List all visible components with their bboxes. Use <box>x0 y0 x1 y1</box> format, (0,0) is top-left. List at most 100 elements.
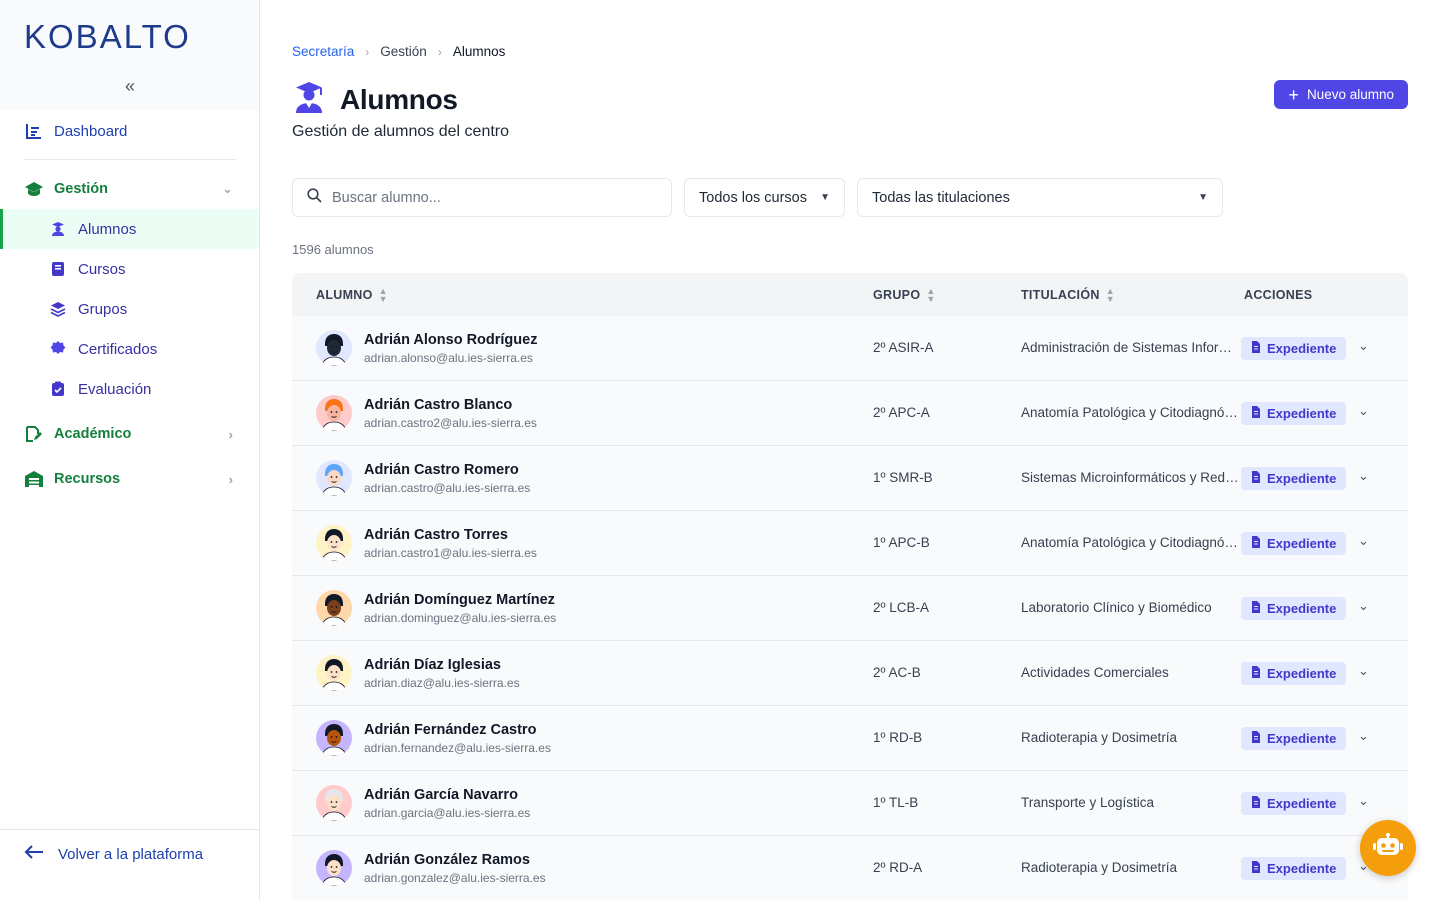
document-icon <box>1251 536 1261 551</box>
kobalto-logo[interactable]: KOBALTO <box>24 18 191 56</box>
courses-select[interactable]: Todos los cursos ▼ <box>684 178 845 217</box>
expand-row-chevron-down-icon[interactable]: ⌄ <box>1358 338 1369 354</box>
sidebar-item-certificados[interactable]: Certificados <box>0 329 259 369</box>
student-name[interactable]: Adrián García Navarro <box>364 787 518 803</box>
student-group: 1º APC-B <box>873 535 930 550</box>
avatar <box>316 850 352 886</box>
search-input[interactable] <box>332 189 652 206</box>
table-row[interactable]: Adrián García Navarro adrian.garcia@alu.… <box>292 771 1408 836</box>
sidebar-item-label: Académico <box>54 426 132 442</box>
sidebar-item-label: Recursos <box>54 471 121 487</box>
expand-row-chevron-down-icon[interactable]: ⌄ <box>1358 598 1369 614</box>
student-name[interactable]: Adrián Castro Torres <box>364 527 508 543</box>
sidebar-section-recursos[interactable]: Recursos › <box>0 464 259 494</box>
expediente-button[interactable]: Expediente <box>1241 597 1347 620</box>
table-row[interactable]: Adrián Domínguez Martínez adrian.domingu… <box>292 576 1408 641</box>
student-titulacion: Administración de Sistemas Informáticos … <box>1021 340 1239 355</box>
table-row[interactable]: Adrián Castro Romero adrian.castro@alu.i… <box>292 446 1408 511</box>
student-name[interactable]: Adrián Castro Romero <box>364 462 519 478</box>
sidebar-item-cursos[interactable]: Cursos <box>0 249 259 289</box>
table-row[interactable]: Adrián Fernández Castro adrian.fernandez… <box>292 706 1408 771</box>
student-group: 2º LCB-A <box>873 600 929 615</box>
plus-icon: + <box>1288 84 1299 105</box>
sidebar: KOBALTO « Dashboard Gestión ⌄ Alumnos Cu… <box>0 0 260 900</box>
expediente-label: Expediente <box>1267 796 1337 811</box>
expediente-button[interactable]: Expediente <box>1241 337 1347 360</box>
table-row[interactable]: Adrián Castro Torres adrian.castro1@alu.… <box>292 511 1408 576</box>
assistant-bot-button[interactable] <box>1360 820 1416 876</box>
student-name[interactable]: Adrián Domínguez Martínez <box>364 592 555 608</box>
expediente-button[interactable]: Expediente <box>1241 662 1347 685</box>
student-name[interactable]: Adrián Díaz Iglesias <box>364 657 501 673</box>
sidebar-item-dashboard[interactable]: Dashboard <box>0 116 259 146</box>
sidebar-item-label: Certificados <box>78 340 158 358</box>
student-email: adrian.alonso@alu.ies-sierra.es <box>364 351 533 365</box>
search-box <box>292 178 672 217</box>
student-titulacion: Laboratorio Clínico y Biomédico <box>1021 600 1212 615</box>
student-group: 1º TL-B <box>873 795 919 810</box>
main-content: Secretaría › Gestión › Alumnos Alumnos G… <box>292 0 1408 900</box>
column-header-label: ACCIONES <box>1244 287 1313 302</box>
student-name[interactable]: Adrián Castro Blanco <box>364 397 512 413</box>
sidebar-item-label: Evaluación <box>78 380 152 398</box>
expediente-button[interactable]: Expediente <box>1241 792 1347 815</box>
expediente-button[interactable]: Expediente <box>1241 727 1347 750</box>
book-icon <box>48 259 68 279</box>
expand-row-chevron-down-icon[interactable]: ⌄ <box>1358 533 1369 549</box>
collapse-sidebar-button[interactable]: « <box>120 76 140 96</box>
back-to-platform-link[interactable]: Volver a la plataforma <box>24 844 203 864</box>
student-email: adrian.diaz@alu.ies-sierra.es <box>364 676 520 690</box>
table-row[interactable]: Adrián González Ramos adrian.gonzalez@al… <box>292 836 1408 900</box>
table-row[interactable]: Adrián Alonso Rodríguez adrian.alonso@al… <box>292 316 1408 381</box>
expand-row-chevron-down-icon[interactable]: ⌄ <box>1358 793 1369 809</box>
student-group: 2º RD-A <box>873 860 923 875</box>
sidebar-section-gestion[interactable]: Gestión ⌄ <box>0 174 259 204</box>
student-email: adrian.garcia@alu.ies-sierra.es <box>364 806 531 820</box>
table-row[interactable]: Adrián Castro Blanco adrian.castro2@alu.… <box>292 381 1408 446</box>
sidebar-item-label: Grupos <box>78 300 128 318</box>
sidebar-item-alumnos[interactable]: Alumnos <box>0 209 259 249</box>
expediente-button[interactable]: Expediente <box>1241 857 1347 880</box>
expediente-label: Expediente <box>1267 536 1337 551</box>
certificate-badge-icon <box>48 339 68 359</box>
dashboard-icon <box>24 121 44 141</box>
expediente-button[interactable]: Expediente <box>1241 532 1347 555</box>
student-titulacion: Actividades Comerciales <box>1021 665 1169 680</box>
sidebar-item-grupos[interactable]: Grupos <box>0 289 259 329</box>
sidebar-section-academico[interactable]: Académico › <box>0 419 259 449</box>
document-icon <box>1251 471 1261 486</box>
student-titulacion: Radioterapia y Dosimetría <box>1021 730 1178 745</box>
student-name[interactable]: Adrián Alonso Rodríguez <box>364 332 537 348</box>
sidebar-item-label: Dashboard <box>54 122 128 140</box>
chevron-down-icon: ▼ <box>820 192 830 203</box>
expand-row-chevron-down-icon[interactable]: ⌄ <box>1358 403 1369 419</box>
student-name[interactable]: Adrián Fernández Castro <box>364 722 536 738</box>
avatar <box>316 785 352 821</box>
chevron-down-icon: ▼ <box>1198 192 1208 203</box>
student-titulacion: Sistemas Microinformáticos y Redes <box>1021 470 1239 485</box>
expand-row-chevron-down-icon[interactable]: ⌄ <box>1358 663 1369 679</box>
page-subtitle: Gestión de alumnos del centro <box>292 123 510 140</box>
column-header-grupo[interactable]: GRUPO ▲ ▼ <box>873 273 936 316</box>
breadcrumb-secretaria[interactable]: Secretaría <box>292 44 354 59</box>
new-student-label: Nuevo alumno <box>1306 87 1394 102</box>
expediente-button[interactable]: Expediente <box>1241 402 1347 425</box>
expediente-button[interactable]: Expediente <box>1241 467 1347 490</box>
expediente-label: Expediente <box>1267 471 1337 486</box>
graduation-cap-icon <box>24 179 44 199</box>
sidebar-item-evaluacion[interactable]: Evaluación <box>0 369 259 409</box>
student-name[interactable]: Adrián González Ramos <box>364 852 530 868</box>
table-row[interactable]: Adrián Díaz Iglesias adrian.diaz@alu.ies… <box>292 641 1408 706</box>
column-header-alumno[interactable]: ALUMNO ▲ ▼ <box>316 273 388 316</box>
new-student-button[interactable]: + Nuevo alumno <box>1274 80 1408 109</box>
expand-row-chevron-down-icon[interactable]: ⌄ <box>1358 468 1369 484</box>
titulaciones-select[interactable]: Todas las titulaciones ▼ <box>857 178 1223 217</box>
sidebar-divider <box>24 159 236 160</box>
student-email: adrian.dominguez@alu.ies-sierra.es <box>364 611 557 625</box>
expand-row-chevron-down-icon[interactable]: ⌄ <box>1358 728 1369 744</box>
student-icon <box>48 219 68 239</box>
chevron-right-icon: › <box>228 471 233 487</box>
expediente-label: Expediente <box>1267 666 1337 681</box>
column-header-titulacion[interactable]: TITULACIÓN ▲ ▼ <box>1021 273 1115 316</box>
breadcrumb-gestion[interactable]: Gestión <box>380 44 427 59</box>
